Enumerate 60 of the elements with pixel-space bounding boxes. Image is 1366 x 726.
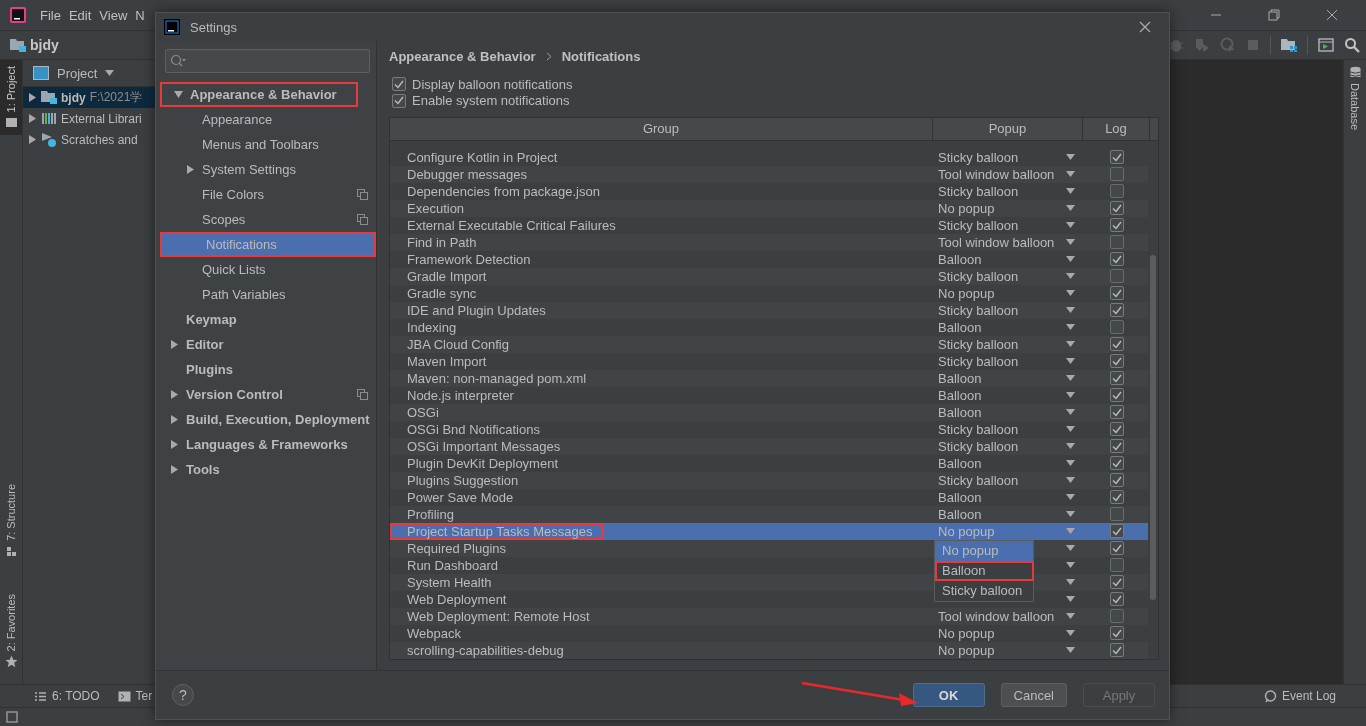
table-cell-text: Gradle sync <box>406 285 478 302</box>
combo-value: Tool window balloon <box>938 167 1056 182</box>
table-cell-text: Plugin DevKit Deployment <box>406 455 560 472</box>
table-cell-text: Profiling <box>406 506 455 523</box>
table-cell-text: System Health <box>406 574 493 591</box>
combo-value: Sticky balloon <box>938 473 1020 488</box>
table-cell-text: Required Plugins <box>406 540 507 557</box>
combo-value: Sticky balloon <box>938 218 1020 233</box>
combo-value: Sticky balloon <box>938 269 1020 284</box>
table-cell-text: Web Deployment <box>406 591 508 608</box>
table-cell-text: scrolling-capabilities-debug <box>406 642 565 659</box>
dialog-button: Apply <box>1083 683 1155 707</box>
combo-value: Tool window balloon <box>938 609 1056 624</box>
combo-value: Balloon <box>938 507 983 522</box>
combo-value: Tool window balloon <box>938 235 1056 250</box>
combo-value: Sticky balloon <box>938 354 1020 369</box>
table-cell-text: Run Dashboard <box>406 557 500 574</box>
combo-value: Balloon <box>938 252 983 267</box>
table-cell-text: OSGi Important Messages <box>406 438 562 455</box>
combo-value: Sticky balloon <box>938 422 1020 437</box>
combo-value: Balloon <box>938 388 983 403</box>
combo-value: Balloon <box>938 320 983 335</box>
table-cell-text: Framework Detection <box>406 251 532 268</box>
combo-value: Balloon <box>938 405 983 420</box>
combo-value: Balloon <box>938 456 983 471</box>
table-cell-text: Configure Kotlin in Project <box>406 149 559 166</box>
table-cell-text: Node.js interpreter <box>406 387 515 404</box>
table-cell-text: Dependencies from package.json <box>406 183 601 200</box>
combo-value: Sticky balloon <box>938 303 1020 318</box>
path-text: F:\2021学 <box>89 89 143 106</box>
dialog-title: Settings <box>190 19 237 35</box>
table-cell-text: Indexing <box>406 319 458 336</box>
table-cell-text: Maven: non-managed pom.xml <box>406 370 588 387</box>
table-cell-text: Webpack <box>406 625 462 642</box>
combo-value: Sticky balloon <box>938 337 1020 352</box>
table-cell-text: Execution <box>406 200 466 217</box>
combo-value: No popup <box>938 643 996 658</box>
combo-value: Balloon <box>938 371 983 386</box>
combo-value: No popup <box>938 626 996 641</box>
table-cell-text: OSGi <box>406 404 440 421</box>
table-cell-text: IDE and Plugin Updates <box>406 302 547 319</box>
table-cell-text: JBA Cloud Config <box>406 336 510 353</box>
combo-value: Balloon <box>938 490 983 505</box>
table-cell-text: Web Deployment: Remote Host <box>406 608 591 625</box>
table-cell-text: Maven Import <box>406 353 488 370</box>
combo-value: No popup <box>938 201 996 216</box>
table-cell-text: OSGi Bnd Notifications <box>406 421 541 438</box>
combo-value: No popup <box>938 524 996 539</box>
table-cell-text: Find in Path <box>406 234 478 251</box>
table-cell-text: Power Save Mode <box>406 489 515 506</box>
combo-value: Sticky balloon <box>938 150 1020 165</box>
combo-value: Sticky balloon <box>938 184 1020 199</box>
table-cell-text: Plugins Suggestion <box>406 472 520 489</box>
combo-value: Sticky balloon <box>938 439 1020 454</box>
table-cell-text: Gradle Import <box>406 268 488 285</box>
table-cell: Project Startup Tasks Messages <box>390 523 605 540</box>
combo-value: No popup <box>938 286 996 301</box>
table-cell-text: External Executable Critical Failures <box>406 217 617 234</box>
project-name: bjdy <box>30 37 59 53</box>
table-cell-text: Debugger messages <box>406 166 528 183</box>
